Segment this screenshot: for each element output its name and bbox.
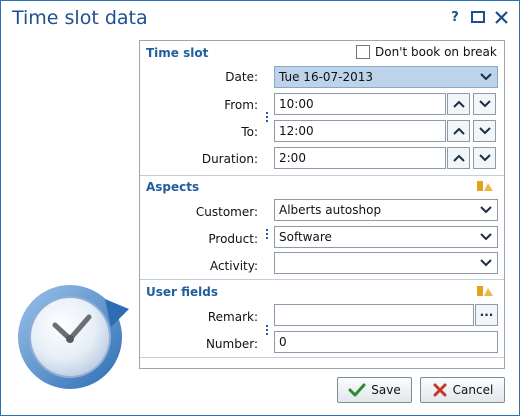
section-divider [140, 279, 504, 280]
to-time-input[interactable]: 12:00 [274, 120, 446, 142]
remark-number-link-dots [266, 325, 268, 337]
product-link-dots [266, 229, 268, 241]
product-value: Software [279, 230, 332, 244]
save-button-label: Save [371, 383, 401, 397]
to-value: 12:00 [279, 124, 314, 138]
duration-increase-button[interactable] [447, 147, 470, 169]
chevron-down-icon[interactable] [475, 227, 497, 247]
remark-input[interactable] [274, 304, 474, 326]
form-panel: Time slot Don't book on break Date: Tue … [139, 40, 505, 369]
from-value: 10:00 [279, 97, 314, 111]
chevron-down-icon [478, 127, 491, 135]
check-icon [348, 383, 366, 397]
help-icon[interactable]: ? [447, 9, 463, 25]
from-increase-button[interactable] [447, 93, 470, 115]
chevron-down-icon [478, 154, 491, 162]
chevron-up-icon [452, 154, 465, 162]
maximize-icon[interactable] [470, 9, 486, 25]
time-slot-dialog: Time slot data ? Time slot Don't book on… [0, 0, 520, 416]
section-divider [140, 175, 504, 176]
date-value: Tue 16-07-2013 [279, 70, 374, 84]
help-glyph: ? [451, 9, 459, 25]
number-label: Number: [205, 337, 258, 351]
product-label: Product: [208, 232, 258, 246]
remark-browse-button[interactable]: ··· [475, 304, 498, 326]
duration-value: 2:00 [279, 151, 306, 165]
title-bar-icons: ? [447, 9, 509, 25]
duration-decrease-button[interactable] [473, 147, 496, 169]
date-select[interactable]: Tue 16-07-2013 [274, 66, 498, 88]
chevron-up-icon [452, 100, 465, 108]
customer-label: Customer: [195, 205, 258, 219]
section-divider [140, 357, 504, 358]
to-label: To: [241, 125, 258, 139]
activity-select[interactable] [274, 252, 498, 274]
activity-label: Activity: [209, 259, 258, 273]
save-button[interactable]: Save [337, 377, 412, 403]
from-label: From: [224, 98, 258, 112]
clock-icon [13, 269, 135, 394]
customer-select[interactable]: Alberts autoshop [274, 199, 498, 221]
dialog-title: Time slot data [12, 7, 148, 29]
from-to-link-dots [266, 112, 268, 124]
ellipsis-icon: ··· [479, 308, 494, 322]
number-value: 0 [279, 335, 287, 349]
clear-fields-icon[interactable] [476, 284, 494, 301]
chevron-down-icon[interactable] [475, 67, 497, 87]
from-time-input[interactable]: 10:00 [274, 93, 446, 115]
chevron-up-icon [452, 127, 465, 135]
dont-book-on-break-label: Don't book on break [375, 45, 497, 59]
product-select[interactable]: Software [274, 226, 498, 248]
chevron-down-icon[interactable] [475, 253, 497, 273]
from-decrease-button[interactable] [473, 93, 496, 115]
user-fields-section-title: User fields [146, 285, 218, 299]
duration-label: Duration: [201, 152, 258, 166]
date-label: Date: [225, 70, 258, 84]
dont-book-on-break-checkbox[interactable] [356, 45, 370, 59]
cancel-button-label: Cancel [452, 383, 494, 397]
close-x-icon [433, 383, 447, 397]
cancel-button[interactable]: Cancel [420, 377, 505, 403]
chevron-down-icon[interactable] [475, 200, 497, 220]
customer-value: Alberts autoshop [279, 203, 382, 217]
remark-label: Remark: [207, 310, 258, 324]
duration-input[interactable]: 2:00 [274, 147, 446, 169]
number-input[interactable]: 0 [274, 331, 498, 353]
aspects-section-title: Aspects [146, 180, 200, 194]
close-icon[interactable] [493, 9, 509, 25]
time-slot-section-title: Time slot [146, 46, 209, 60]
to-increase-button[interactable] [447, 120, 470, 142]
to-decrease-button[interactable] [473, 120, 496, 142]
clear-fields-icon[interactable] [476, 179, 494, 196]
chevron-down-icon [478, 100, 491, 108]
